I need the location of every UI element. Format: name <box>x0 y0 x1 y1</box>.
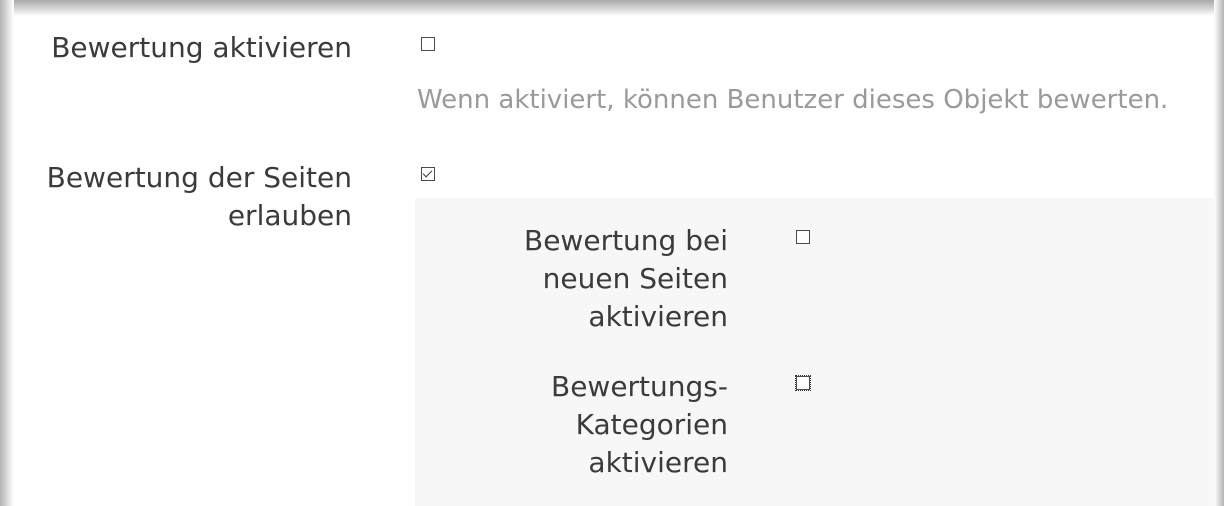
screenshot-frame-top <box>0 0 1224 16</box>
screenshot-frame-left <box>0 0 14 506</box>
new-pages-rating-label: Bewertung bei neuen Seiten aktivieren <box>415 222 728 336</box>
page-rating-label-line2: erlauben <box>227 199 352 232</box>
rating-categories-label-line3: aktivieren <box>588 446 728 479</box>
rating-categories-label-line1: Bewertungs- <box>550 370 728 403</box>
new-pages-rating-checkbox[interactable] <box>796 230 810 244</box>
rating-categories-label-line2: Kategorien <box>575 408 728 441</box>
rating-enable-checkbox[interactable] <box>421 37 435 51</box>
rating-categories-label: Bewertungs- Kategorien aktivieren <box>415 368 728 482</box>
rating-enable-label: Bewertung aktivieren <box>51 31 352 64</box>
rating-categories-checkbox[interactable] <box>795 375 811 391</box>
new-pages-rating-label-line1: Bewertung bei <box>524 224 728 257</box>
page-rating-label-line1: Bewertung der Seiten <box>46 161 352 194</box>
screenshot-frame-right <box>1214 0 1224 506</box>
new-pages-rating-label-line2: neuen Seiten <box>542 262 728 295</box>
settings-form: Bewertung aktivieren Wenn aktiviert, kön… <box>14 16 1214 506</box>
page-rating-subsettings-panel: Bewertung bei neuen Seiten aktivieren Be… <box>415 198 1214 506</box>
page-rating-checkbox[interactable] <box>421 167 435 181</box>
rating-enable-help-text: Wenn aktiviert, können Benutzer dieses O… <box>417 85 1169 115</box>
page-rating-label: Bewertung der Seiten erlauben <box>14 159 352 235</box>
new-pages-rating-label-line3: aktivieren <box>588 300 728 333</box>
